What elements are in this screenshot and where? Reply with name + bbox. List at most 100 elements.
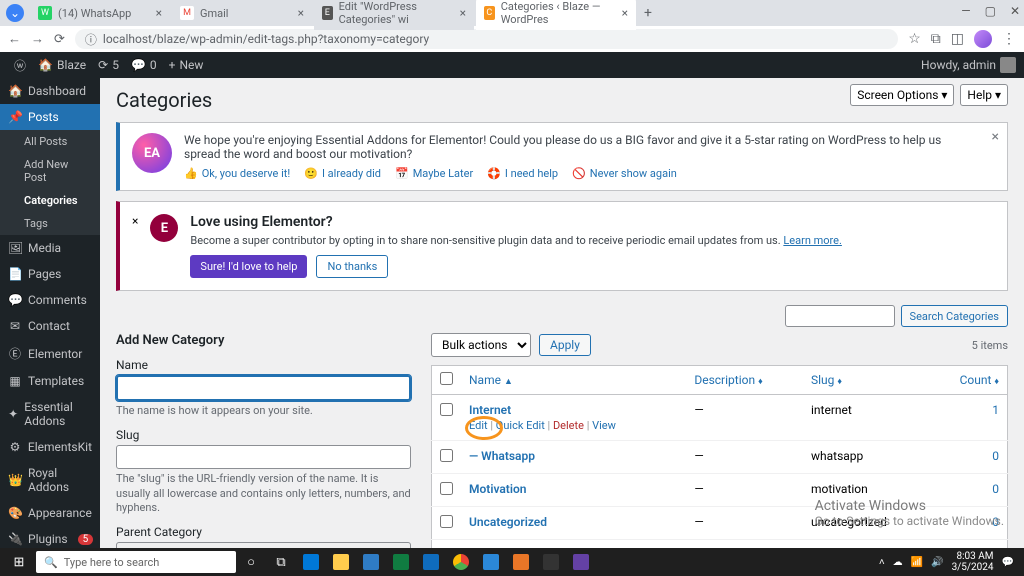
close-window-button[interactable]: ✕ [1010, 4, 1020, 18]
sidebar-sub-categories[interactable]: Categories [0, 189, 100, 212]
maximize-button[interactable]: ▢ [985, 4, 996, 18]
search-categories-button[interactable]: Search Categories [901, 305, 1008, 327]
count-link[interactable]: 1 [992, 403, 999, 417]
dismiss-icon[interactable]: × [132, 214, 138, 278]
col-slug[interactable]: Slug ♦ [811, 373, 842, 387]
sidebar-item-pages[interactable]: 📄Pages [0, 261, 100, 287]
sidebar-item-media[interactable]: 🖼Media [0, 235, 100, 261]
count-link[interactable]: 0 [992, 449, 999, 463]
excel-icon[interactable] [386, 548, 416, 576]
bulk-actions-select[interactable]: Bulk actions [431, 333, 531, 357]
bookmark-icon[interactable]: ☆ [908, 31, 921, 47]
address-bar[interactable]: ⓘ localhost/blaze/wp-admin/edit-tags.php… [75, 29, 898, 49]
edge-icon[interactable] [296, 548, 326, 576]
tab-whatsapp[interactable]: W (14) WhatsApp × [30, 2, 170, 24]
delete-link[interactable]: Delete [553, 419, 584, 432]
ea-link-later[interactable]: 📅 Maybe Later [395, 167, 473, 180]
mail-icon[interactable] [416, 548, 446, 576]
wp-logo[interactable]: ⓦ [8, 57, 32, 74]
sidebar-item-essential-addons[interactable]: ✦Essential Addons [0, 394, 100, 434]
slug-input[interactable] [116, 445, 411, 469]
tab-close-icon[interactable]: × [622, 6, 628, 20]
count-link[interactable]: 0 [992, 515, 999, 529]
edit-link[interactable]: Edit [469, 419, 488, 432]
side-panel-icon[interactable]: ◫ [951, 31, 964, 47]
category-name-link[interactable]: Internet [469, 403, 511, 417]
sidebar-item-templates[interactable]: ▦Templates [0, 368, 100, 394]
sidebar-item-comments[interactable]: 💬Comments [0, 287, 100, 313]
col-count[interactable]: Count ♦ [960, 373, 999, 387]
screen-options-button[interactable]: Screen Options ▾ [850, 84, 954, 106]
sidebar-item-dashboard[interactable]: 🏠Dashboard [0, 78, 100, 104]
elementor-yes-button[interactable]: Sure! I'd love to help [190, 255, 307, 278]
profile-avatar[interactable] [974, 30, 992, 48]
quick-edit-link[interactable]: Quick Edit [496, 419, 545, 432]
view-link[interactable]: View [592, 419, 616, 432]
new-content[interactable]: +New [163, 58, 210, 72]
count-link[interactable]: 0 [992, 482, 999, 496]
user-avatar[interactable] [1000, 57, 1016, 73]
ea-link-already[interactable]: 🙂 I already did [304, 167, 381, 180]
col-name[interactable]: Name ▲ [469, 373, 513, 387]
forward-button[interactable]: → [31, 31, 44, 47]
sidebar-sub-tags[interactable]: Tags [0, 212, 100, 235]
store-icon[interactable] [356, 548, 386, 576]
select-all-checkbox[interactable] [440, 372, 453, 385]
help-button[interactable]: Help ▾ [960, 84, 1008, 106]
tab-categories-blaze[interactable]: C Categories ‹ Blaze — WordPres × [476, 0, 636, 30]
tab-close-icon[interactable]: × [460, 6, 466, 20]
notification-icon[interactable]: 💬 [1002, 557, 1014, 568]
col-description[interactable]: Description ♦ [694, 373, 762, 387]
minimize-button[interactable]: — [961, 4, 970, 18]
tab-close-icon[interactable]: × [156, 6, 162, 20]
tray-volume-icon[interactable]: 🔊 [931, 557, 943, 568]
comments[interactable]: 💬0 [125, 58, 163, 72]
sidebar-item-elementor[interactable]: ⒺElementor [0, 339, 100, 368]
explorer-icon[interactable] [326, 548, 356, 576]
app-icon-2[interactable] [536, 548, 566, 576]
app-icon-1[interactable] [506, 548, 536, 576]
row-checkbox[interactable] [440, 482, 453, 495]
app-icon-3[interactable] [566, 548, 596, 576]
new-tab-button[interactable]: + [638, 5, 658, 21]
start-button[interactable]: ⊞ [4, 548, 34, 576]
sidebar-item-contact[interactable]: ✉Contact [0, 313, 100, 339]
howdy-text[interactable]: Howdy, admin [921, 58, 996, 72]
search-categories-input[interactable] [785, 305, 895, 327]
category-name-link[interactable]: Motivation [469, 482, 526, 496]
sidebar-item-plugins[interactable]: 🔌Plugins5 [0, 526, 100, 548]
sidebar-item-royal-addons[interactable]: 👑Royal Addons [0, 460, 100, 500]
chrome-icon[interactable] [446, 548, 476, 576]
cortana-icon[interactable]: ○ [236, 548, 266, 576]
updates[interactable]: ⟳5 [92, 58, 125, 72]
chrome-menu-button[interactable]: ⌄ [6, 4, 24, 22]
extensions-icon[interactable]: ⧉ [931, 31, 941, 47]
site-name[interactable]: 🏠Blaze [32, 58, 92, 72]
task-view-icon[interactable]: ⧉ [266, 548, 296, 576]
ea-link-never[interactable]: 🚫 Never show again [572, 167, 677, 180]
apply-button[interactable]: Apply [539, 334, 591, 356]
ea-link-help[interactable]: 🛟 I need help [487, 167, 558, 180]
row-checkbox[interactable] [440, 449, 453, 462]
category-name-link[interactable]: — Whatsapp [469, 449, 535, 463]
sidebar-sub-all-posts[interactable]: All Posts [0, 130, 100, 153]
learn-more-link[interactable]: Learn more. [783, 234, 842, 247]
sidebar-item-posts[interactable]: 📌Posts [0, 104, 100, 130]
sidebar-item-elementskit[interactable]: ⚙ElementsKit [0, 434, 100, 460]
tray-wifi-icon[interactable]: 📶 [911, 557, 923, 568]
dismiss-icon[interactable]: × [992, 129, 999, 145]
tab-edit-categories[interactable]: E Edit "WordPress Categories" wi × [314, 0, 474, 30]
reload-button[interactable]: ⟳ [54, 32, 65, 47]
sidebar-sub-add-new[interactable]: Add New Post [0, 153, 100, 189]
chrome-menu-icon[interactable]: ⋮ [1002, 31, 1016, 47]
bing-icon[interactable] [476, 548, 506, 576]
site-info-icon[interactable]: ⓘ [85, 31, 97, 48]
taskbar-search[interactable]: 🔍 Type here to search [36, 551, 236, 573]
tab-gmail[interactable]: M Gmail × [172, 2, 312, 24]
name-input[interactable] [116, 375, 411, 401]
back-button[interactable]: ← [8, 31, 21, 47]
tray-chevron-icon[interactable]: ˄ [879, 557, 885, 568]
elementor-no-button[interactable]: No thanks [316, 255, 388, 278]
clock[interactable]: 8:03 AM 3/5/2024 [952, 551, 994, 573]
ea-link-deserve[interactable]: 👍 Ok, you deserve it! [184, 167, 290, 180]
